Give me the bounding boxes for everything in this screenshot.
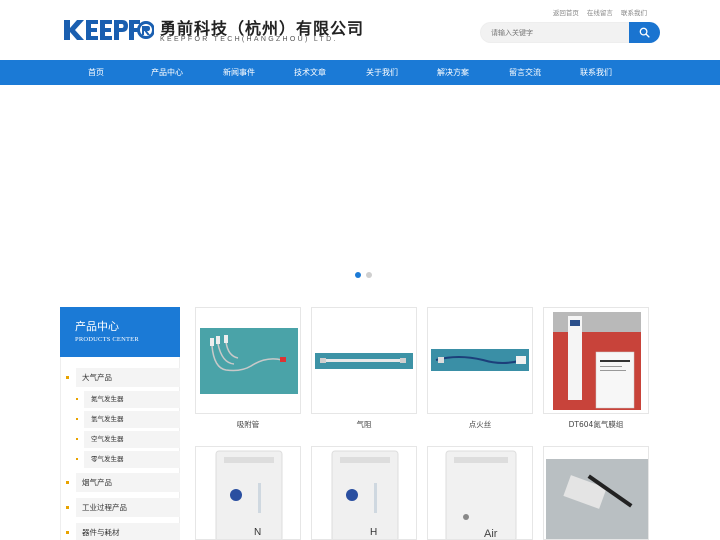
- product-name[interactable]: DT604氮气膜组: [543, 419, 649, 430]
- product-name[interactable]: 点火丝: [427, 419, 533, 430]
- logo-mark-icon: [64, 20, 154, 40]
- nav-home[interactable]: 首页: [66, 60, 126, 85]
- company-subtitle: KEEPFOR TECH(HANGZHOU) LTD.: [160, 36, 338, 43]
- nav-news[interactable]: 新闻事件: [209, 60, 269, 85]
- svg-text:Air: Air: [484, 528, 498, 540]
- product-card[interactable]: [543, 307, 649, 414]
- sidebar-subitem-hydrogen[interactable]: 氢气发生器: [84, 411, 180, 428]
- sidebar-item-atmosphere[interactable]: 大气产品: [76, 368, 180, 387]
- sidebar-subtitle: PRODUCTS CENTER: [75, 336, 139, 343]
- sidebar-subitem-zero-gas[interactable]: 零气发生器: [84, 451, 180, 468]
- search-icon: [639, 27, 650, 38]
- nav-contact[interactable]: 联系我们: [566, 60, 626, 85]
- top-link-message[interactable]: 在线留言: [587, 9, 613, 17]
- bullet-icon: [66, 531, 69, 534]
- sidebar-item-industrial[interactable]: 工业过程产品: [76, 498, 180, 517]
- product-image: H: [331, 450, 399, 539]
- product-image: [431, 349, 529, 371]
- sidebar-item-flue-gas[interactable]: 烟气产品: [76, 473, 180, 492]
- product-name[interactable]: 吸附管: [195, 419, 301, 430]
- top-links: 返回首页 在线留言 联系我们: [547, 7, 647, 17]
- nav-guestbook[interactable]: 留言交流: [495, 60, 555, 85]
- sidebar-title: 产品中心: [75, 320, 119, 333]
- product-image: [200, 328, 298, 394]
- banner-dot-2[interactable]: [366, 272, 372, 278]
- bullet-icon: [76, 438, 78, 440]
- product-image: N: [215, 450, 283, 539]
- main-nav: 首页 产品中心 新闻事件 技术文章 关于我们 解决方案 留言交流 联系我们: [0, 60, 720, 85]
- search-bar: [480, 22, 660, 43]
- product-image: Air: [445, 450, 517, 540]
- sidebar-item-components[interactable]: 器件与耗材: [76, 523, 180, 540]
- svg-text:H: H: [370, 527, 377, 538]
- product-card[interactable]: N: [195, 446, 301, 540]
- product-image: [553, 312, 641, 410]
- banner-slider: [0, 85, 720, 290]
- product-card[interactable]: [543, 446, 649, 540]
- top-link-home[interactable]: 返回首页: [553, 9, 579, 17]
- sidebar-subitem-air[interactable]: 空气发生器: [84, 431, 180, 448]
- header: 勇前科技（杭州）有限公司 KEEPFOR TECH(HANGZHOU) LTD.…: [0, 0, 720, 60]
- bullet-icon: [76, 458, 78, 460]
- sidebar-header: 产品中心 PRODUCTS CENTER: [60, 307, 180, 357]
- svg-text:N: N: [254, 527, 261, 538]
- bullet-icon: [66, 506, 69, 509]
- nav-products[interactable]: 产品中心: [137, 60, 197, 85]
- product-card[interactable]: [427, 307, 533, 414]
- search-input[interactable]: [480, 22, 630, 43]
- product-card[interactable]: [311, 307, 417, 414]
- product-image: [315, 353, 413, 369]
- bullet-icon: [76, 398, 78, 400]
- product-card[interactable]: Air: [427, 446, 533, 540]
- search-button[interactable]: [629, 22, 660, 43]
- nav-about[interactable]: 关于我们: [352, 60, 412, 85]
- nav-solutions[interactable]: 解决方案: [423, 60, 483, 85]
- nav-articles[interactable]: 技术文章: [280, 60, 340, 85]
- bullet-icon: [76, 418, 78, 420]
- top-link-contact[interactable]: 联系我们: [621, 9, 647, 17]
- banner-dot-1[interactable]: [355, 272, 361, 278]
- bullet-icon: [66, 481, 69, 484]
- product-card[interactable]: [195, 307, 301, 414]
- product-card[interactable]: H: [311, 446, 417, 540]
- product-name[interactable]: 气阻: [311, 419, 417, 430]
- sidebar-subitem-nitrogen[interactable]: 氮气发生器: [84, 391, 180, 408]
- bullet-icon: [66, 376, 69, 379]
- product-image: [546, 459, 648, 539]
